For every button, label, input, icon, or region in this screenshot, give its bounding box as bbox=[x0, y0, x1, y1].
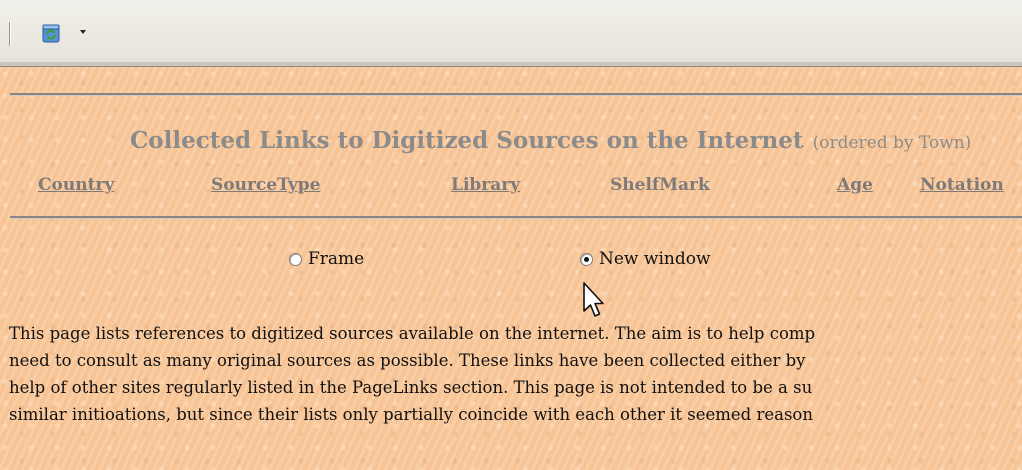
new-window-radio[interactable] bbox=[580, 252, 593, 266]
recycle-icon bbox=[42, 24, 60, 43]
recycle-button[interactable] bbox=[34, 21, 68, 45]
page-subtitle: (ordered by Town) bbox=[812, 133, 972, 153]
column-link-sourcetype[interactable]: SourceType bbox=[211, 175, 320, 195]
new-window-radio-label: New window bbox=[599, 249, 711, 269]
paragraph-line: similar initioations, but since their li… bbox=[9, 405, 813, 424]
frame-option[interactable]: Frame bbox=[289, 249, 364, 269]
column-label-shelfmark: ShelfMark bbox=[610, 175, 710, 195]
frame-radio[interactable] bbox=[289, 252, 302, 266]
frame-radio-label: Frame bbox=[308, 249, 365, 269]
paragraph-line: help of other sites regularly listed in … bbox=[9, 378, 813, 397]
new-window-option[interactable]: New window bbox=[580, 249, 711, 269]
mouse-pointer-icon bbox=[583, 282, 604, 317]
paragraph-line: need to consult as many original sources… bbox=[9, 351, 806, 370]
column-link-country[interactable]: Country bbox=[38, 175, 114, 195]
page-content: Collected Links to Digitized Sources on … bbox=[0, 67, 1022, 470]
column-link-notation[interactable]: Notation bbox=[920, 175, 1004, 195]
dropdown-arrow-icon[interactable] bbox=[80, 30, 86, 34]
paragraph-line: This page lists references to digitized … bbox=[9, 324, 816, 343]
column-link-age[interactable]: Age bbox=[837, 175, 873, 195]
intro-paragraph: This page lists references to digitized … bbox=[9, 320, 1022, 428]
column-link-library[interactable]: Library bbox=[451, 175, 520, 195]
toolbar-separator bbox=[9, 22, 10, 46]
heading: Collected Links to Digitized Sources on … bbox=[130, 127, 971, 154]
bottom-divider bbox=[10, 216, 1022, 219]
top-divider bbox=[10, 93, 1022, 96]
browser-toolbar bbox=[0, 0, 1022, 63]
page-title: Collected Links to Digitized Sources on … bbox=[130, 127, 804, 154]
